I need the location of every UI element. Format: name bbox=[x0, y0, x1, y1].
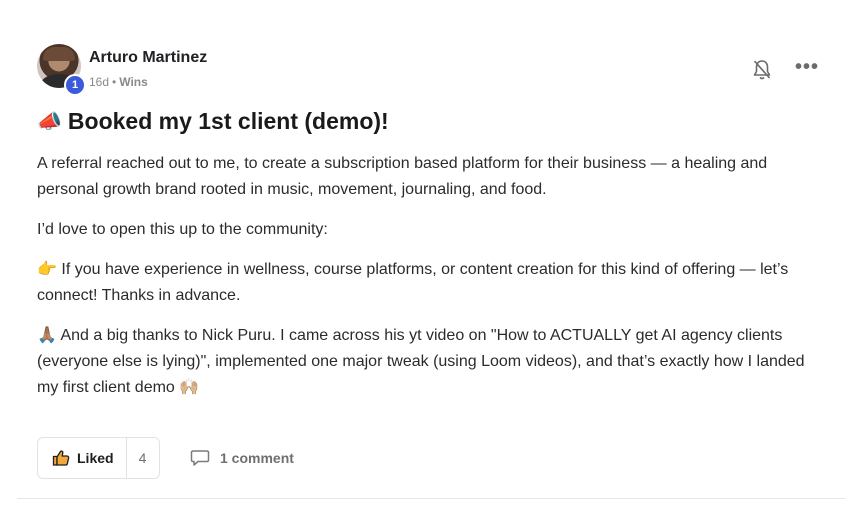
megaphone-icon: 📣 bbox=[37, 111, 62, 133]
bell-muted-icon[interactable] bbox=[752, 59, 772, 81]
like-button[interactable]: Liked 4 bbox=[37, 437, 160, 479]
paragraph-3: 👉 If you have experience in wellness, co… bbox=[37, 257, 827, 309]
paragraph-2: I’d love to open this up to the communit… bbox=[37, 221, 328, 238]
praying-hands-icon: 🙏🏽 bbox=[37, 327, 57, 344]
comment-count-label: 1 comment bbox=[220, 450, 294, 466]
thumbs-up-icon bbox=[52, 450, 70, 466]
paragraph-1: A referral reached out to me, to create … bbox=[37, 155, 768, 198]
meta-separator: • bbox=[112, 75, 117, 89]
paragraph-4-text: And a big thanks to Nick Puru. I came ac… bbox=[37, 327, 805, 396]
paragraph-3-text: If you have experience in wellness, cour… bbox=[37, 261, 789, 304]
post-actions: Liked 4 1 comment bbox=[37, 437, 294, 479]
post-title-row: 📣 Booked my 1st client (demo)! bbox=[37, 108, 389, 135]
raised-hands-icon: 🙌🏼 bbox=[179, 379, 200, 396]
more-options-icon[interactable]: ••• bbox=[795, 57, 819, 80]
comment-button[interactable]: 1 comment bbox=[190, 449, 294, 467]
like-label: Liked bbox=[77, 450, 114, 466]
post-divider bbox=[17, 498, 845, 499]
pointing-hand-icon: 👉 bbox=[37, 261, 57, 278]
like-count[interactable]: 4 bbox=[127, 450, 159, 466]
post-meta: 16d • Wins bbox=[89, 75, 148, 89]
post-body: A referral reached out to me, to create … bbox=[37, 151, 827, 415]
author-name[interactable]: Arturo Martinez bbox=[89, 49, 207, 67]
comment-icon bbox=[190, 450, 210, 466]
like-main[interactable]: Liked bbox=[38, 438, 127, 478]
post-title: Booked my 1st client (demo)! bbox=[67, 108, 389, 134]
post-category[interactable]: Wins bbox=[119, 75, 148, 89]
paragraph-4: 🙏🏽 And a big thanks to Nick Puru. I came… bbox=[37, 323, 827, 401]
post-time: 16d bbox=[89, 75, 110, 89]
post-card: 1 Arturo Martinez 16d • Wins ••• 📣 Booked … bbox=[0, 0, 853, 510]
level-badge: 1 bbox=[64, 74, 86, 96]
